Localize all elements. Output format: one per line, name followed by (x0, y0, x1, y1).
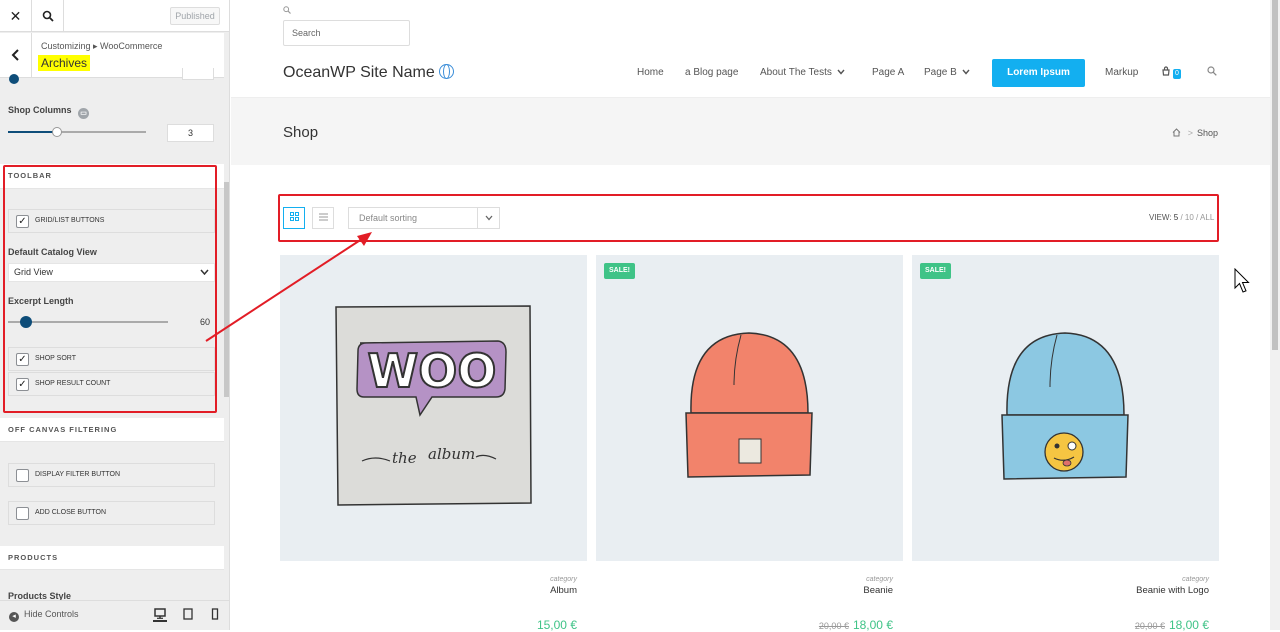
lorem-ipsum-button[interactable]: Lorem Ipsum (992, 59, 1085, 87)
page-title: Shop (283, 124, 319, 141)
shop-columns-slider-fill (8, 131, 58, 133)
site-preview: Search OceanWP Site Name Home a Blog pag… (231, 0, 1280, 632)
home-icon[interactable] (1172, 128, 1181, 137)
shop-toolbar-highlight-box (278, 194, 1219, 242)
nav-home[interactable]: Home (637, 67, 664, 78)
nav-about[interactable]: About The Tests (760, 67, 845, 78)
beanie-image (685, 332, 813, 478)
hide-controls-button[interactable]: ◂ Hide Controls (9, 609, 79, 622)
responsive-icon[interactable]: ▭ (78, 108, 90, 119)
nav-about-label: About The Tests (760, 67, 832, 78)
chevron-down-icon (962, 69, 970, 75)
product-info-beanie-with-logo: category Beanie with Logo (912, 576, 1219, 596)
back-arrow-icon[interactable] (0, 33, 32, 78)
product-info-album: category Album (280, 576, 587, 596)
cart-count-badge: 0 (1173, 69, 1181, 79)
product-card-beanie[interactable]: SALE! (596, 255, 903, 561)
cart-button[interactable]: 0 (1161, 66, 1181, 79)
add-close-checkbox[interactable] (16, 507, 29, 520)
header-search-icon[interactable] (1207, 66, 1217, 79)
site-search-input[interactable]: Search (283, 20, 410, 46)
product-info-beanie: category Beanie (596, 576, 903, 596)
shop-columns-slider-knob[interactable] (52, 127, 62, 137)
desktop-preview-icon[interactable] (153, 608, 167, 622)
album-sub-album: album (428, 445, 475, 463)
partial-slider-knob[interactable] (9, 74, 19, 84)
page-scrollbar-thumb[interactable] (1272, 0, 1278, 350)
album-logo-text: WOO (368, 344, 497, 398)
mobile-preview-icon[interactable] (208, 608, 222, 622)
collapse-icon: ◂ (9, 612, 19, 622)
display-filter-label: DISPLAY FILTER BUTTON (35, 471, 121, 478)
nav-page-b-label: Page B (924, 67, 957, 78)
off-canvas-heading: OFF CANVAS FILTERING (0, 418, 224, 442)
section-title: Archives (38, 55, 91, 71)
nav-blog[interactable]: a Blog page (685, 67, 738, 78)
product-category[interactable]: category (596, 576, 893, 583)
tablet-preview-icon[interactable] (181, 608, 195, 622)
nav-page-a[interactable]: Page A (872, 67, 904, 78)
product-category[interactable]: category (912, 576, 1209, 583)
products-heading: PRODUCTS (0, 546, 224, 570)
product-name[interactable]: Beanie with Logo (912, 585, 1209, 596)
beanie-logo-image (1001, 332, 1129, 480)
album-sub-the: the (392, 449, 417, 467)
cart-icon (1162, 66, 1170, 76)
product-name[interactable]: Album (280, 585, 577, 596)
nav-markup[interactable]: Markup (1105, 67, 1138, 78)
shop-columns-label: Shop Columns ▭ (8, 105, 90, 119)
customizer-breadcrumb: Customizing ▸ WooCommerce (41, 41, 163, 51)
product-category[interactable]: category (280, 576, 577, 583)
customizer-footer: ◂ Hide Controls (0, 600, 229, 630)
close-icon[interactable]: ✕ (0, 0, 32, 32)
site-name: OceanWP Site Name (283, 64, 435, 81)
published-button[interactable]: Published (170, 7, 220, 25)
add-close-label: ADD CLOSE BUTTON (35, 509, 107, 516)
customizer-header-bar: ✕ Published (0, 0, 229, 32)
page-breadcrumb: > Shop (1172, 128, 1218, 138)
mouse-cursor-icon (1234, 268, 1250, 293)
page-title-bar: Shop > Shop (231, 97, 1280, 165)
chevron-down-icon (837, 69, 845, 75)
page-scrollbar[interactable] (1270, 0, 1280, 630)
globe-icon (438, 64, 454, 79)
sale-badge: SALE! (604, 263, 635, 279)
sale-badge: SALE! (920, 263, 951, 279)
toolbar-highlight-box (3, 165, 217, 413)
shop-columns-input[interactable]: 3 (167, 124, 214, 142)
product-card-beanie-with-logo[interactable]: SALE! (912, 255, 1219, 561)
nav-page-b[interactable]: Page B (924, 67, 970, 78)
site-logo[interactable]: OceanWP Site Name (283, 64, 454, 82)
search-icon (283, 6, 291, 16)
hide-controls-label: Hide Controls (24, 609, 79, 619)
customizer-panel: ✕ Published Customizing ▸ WooCommerce Ar… (0, 0, 230, 630)
search-icon[interactable] (32, 0, 64, 32)
breadcrumb-current: Shop (1196, 128, 1218, 138)
display-filter-button-option[interactable]: DISPLAY FILTER BUTTON (8, 463, 215, 487)
annotation-arrow (205, 232, 372, 342)
breadcrumb-separator: > (1187, 128, 1193, 138)
add-close-button-option[interactable]: ADD CLOSE BUTTON (8, 501, 215, 525)
display-filter-checkbox[interactable] (16, 469, 29, 482)
partial-number-field[interactable] (182, 68, 214, 80)
product-name[interactable]: Beanie (596, 585, 893, 596)
